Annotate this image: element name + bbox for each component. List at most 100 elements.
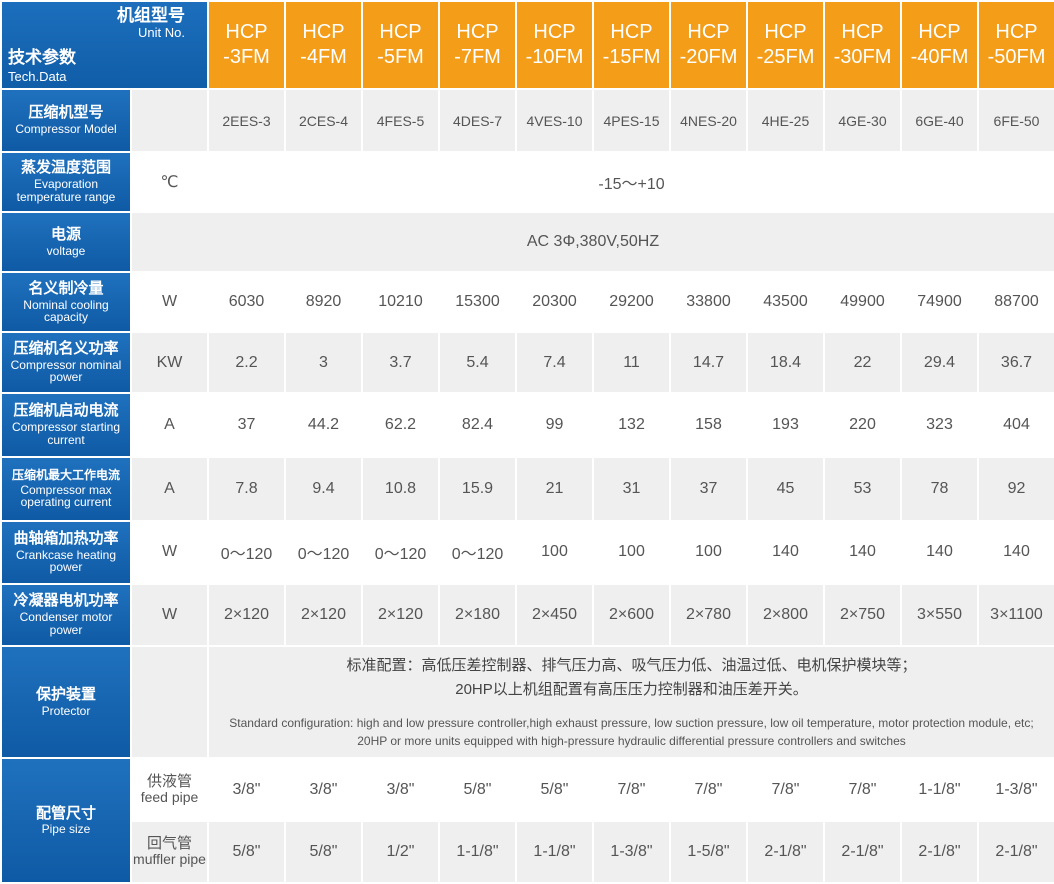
unit-no-zh: 机组型号 <box>117 6 185 25</box>
span-value: -15～+10 <box>209 152 1054 211</box>
value-cell: 3/8" <box>286 759 361 820</box>
model-name-part: -50FM <box>987 46 1046 69</box>
value-cell: 4PES-15 <box>594 90 669 151</box>
row-label-zh: 配管尺寸 <box>35 804 96 822</box>
value-cell: 15300 <box>440 273 515 332</box>
value-cell: 1-1/8" <box>517 821 592 882</box>
value-cell: 99 <box>517 393 592 457</box>
row-label-zh: 压缩机名义功率 <box>13 340 119 358</box>
model-header: HCP -40FM <box>902 2 977 89</box>
model-name-part: HCP <box>225 21 268 44</box>
corner-header: 机组型号 Unit No. 技术参数 Tech.Data <box>2 2 207 89</box>
value-cell: 7.8 <box>209 458 284 521</box>
model-header: HCP -20FM <box>671 2 746 89</box>
model-name-part: HCP <box>302 21 345 44</box>
value-cell: 53 <box>825 458 900 521</box>
model-name-part: HCP <box>687 21 730 44</box>
unit-cell: A <box>132 393 207 457</box>
value-cell: 4GE-30 <box>825 90 900 151</box>
value-cell: 2×450 <box>517 584 592 645</box>
pipe-row-feed: 配管尺寸 Pipe size 供液管 feed pipe 3/8" 3/8" 3/8" 5/8… <box>2 759 1054 882</box>
protector-desc-zh-1: 标准配置：高低压差控制器、排气压力高、吸气压力低、油温过低、电机保护模块等； <box>346 657 917 675</box>
row-label-zh: 名义制冷量 <box>28 279 104 297</box>
spec-row: 蒸发温度范围 Evaporation temperature range ℃ -15～… <box>2 152 1054 211</box>
value-cell: 220 <box>825 393 900 457</box>
unit-cell: W <box>132 522 207 583</box>
value-cell: 7/8" <box>671 759 746 820</box>
value-cell: 0～120 <box>286 522 361 583</box>
header-row: 机组型号 Unit No. 技术参数 Tech.Data HCP -3FM HCP -… <box>2 2 1054 89</box>
value-cell: 7/8" <box>594 759 669 820</box>
model-header: HCP -15FM <box>594 2 669 89</box>
protector-row: 保护装置 Protector 标准配置：高低压差控制器、排气压力高、吸气压力低、油温… <box>2 646 1054 758</box>
value-cell: 7.4 <box>517 333 592 392</box>
value-cell: 5/8" <box>517 759 592 820</box>
value-cell: 158 <box>671 393 746 457</box>
value-cell: 100 <box>517 522 592 583</box>
spec-row: 冷凝器电机功率 Condenser motor power W 2×120 2×120 2… <box>2 584 1054 645</box>
model-header: HCP -25FM <box>748 2 823 89</box>
model-name-part: -40FM <box>910 46 969 69</box>
value-cell: 11 <box>594 333 669 392</box>
unit-cell: ℃ <box>132 152 207 211</box>
unit-cell: KW <box>132 333 207 392</box>
model-name-part: HCP <box>379 21 422 44</box>
model-name-part: -10FM <box>525 46 584 69</box>
value-cell: 10210 <box>363 273 438 332</box>
row-label-zh: 压缩机型号 <box>28 104 104 122</box>
value-cell: 1-3/8" <box>594 821 669 882</box>
value-cell: 1-1/8" <box>440 821 515 882</box>
spec-row: 曲轴箱加热功率 Crankcase heating power W 0～120 0～12… <box>2 522 1054 583</box>
value-cell: 92 <box>979 458 1054 521</box>
value-cell: 5.4 <box>440 333 515 392</box>
value-cell: 2-1/8" <box>902 821 977 882</box>
model-name-part: HCP <box>610 21 653 44</box>
spec-sheet: 机组型号 Unit No. 技术参数 Tech.Data HCP -3FM HCP -… <box>0 0 1054 884</box>
model-name-part: -5FM <box>377 46 424 69</box>
span-value: AC 3Φ,380V,50HZ <box>132 212 1054 272</box>
model-name-part: -7FM <box>454 46 501 69</box>
value-cell: 22 <box>825 333 900 392</box>
protector-description: 标准配置：高低压差控制器、排气压力高、吸气压力低、油温过低、电机保护模块等； 20… <box>209 646 1054 758</box>
model-name-part: -3FM <box>223 46 270 69</box>
value-cell: 29200 <box>594 273 669 332</box>
value-cell: 2×180 <box>440 584 515 645</box>
row-label: 压缩机最大工作电流 Compressor max operating curren… <box>2 458 130 521</box>
value-cell: 2-1/8" <box>979 821 1054 882</box>
value-cell: 3/8" <box>209 759 284 820</box>
value-cell: 6FE-50 <box>979 90 1054 151</box>
value-cell: 1-3/8" <box>979 759 1054 820</box>
row-label-en: Compressor max operating current <box>20 482 112 510</box>
spec-row: 电源 voltage AC 3Φ,380V,50HZ <box>2 212 1054 272</box>
value-cell: 2-1/8" <box>825 821 900 882</box>
pipe-sub-label: 供液管 feed pipe <box>132 759 207 820</box>
row-label: 冷凝器电机功率 Condenser motor power <box>2 584 130 645</box>
model-header: HCP -4FM <box>286 2 361 89</box>
value-cell: 0～120 <box>209 522 284 583</box>
value-cell: 1-5/8" <box>671 821 746 882</box>
row-label-en: Compressor Model <box>15 122 117 137</box>
value-cell: 2×120 <box>209 584 284 645</box>
value-cell: 3×1100 <box>979 584 1054 645</box>
model-name-part: -30FM <box>833 46 892 69</box>
row-label: 压缩机名义功率 Compressor nominal power <box>2 333 130 392</box>
model-header: HCP -3FM <box>209 2 284 89</box>
pipe-sub-label-zh: 回气管 <box>146 834 192 852</box>
model-name-part: HCP <box>918 21 961 44</box>
unit-cell: W <box>132 273 207 332</box>
value-cell: 33800 <box>671 273 746 332</box>
spec-row: 名义制冷量 Nominal cooling capacity W 6030 8920 10… <box>2 273 1054 332</box>
value-cell: 4NES-20 <box>671 90 746 151</box>
model-header: HCP -7FM <box>440 2 515 89</box>
spec-row: 压缩机启动电流 Compressor starting current A 37 44.… <box>2 393 1054 457</box>
unit-cell <box>132 90 207 151</box>
value-cell: 45 <box>748 458 823 521</box>
value-cell: 193 <box>748 393 823 457</box>
value-cell: 2×750 <box>825 584 900 645</box>
value-cell: 3×550 <box>902 584 977 645</box>
row-label-en: Condenser motor power <box>19 610 113 637</box>
value-cell: 2×600 <box>594 584 669 645</box>
row-label-zh: 冷凝器电机功率 <box>13 592 119 610</box>
value-cell: 132 <box>594 393 669 457</box>
value-cell: 6GE-40 <box>902 90 977 151</box>
